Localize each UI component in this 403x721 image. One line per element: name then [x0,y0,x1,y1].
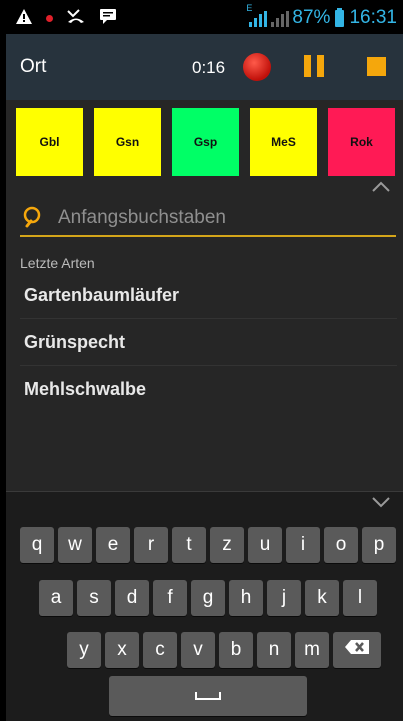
recent-species-label: Letzte Arten [20,255,95,271]
species-tile-rok[interactable]: Rok [328,108,395,176]
key-i[interactable]: i [286,527,320,563]
list-item[interactable]: Grünspecht [20,319,397,366]
key-u[interactable]: u [248,527,282,563]
species-shortcuts: Gbl Gsn Gsp MeS Rok [16,108,396,176]
key-j[interactable]: j [267,580,301,616]
key-o[interactable]: o [324,527,358,563]
space-icon [195,692,221,700]
list-item[interactable]: Gartenbaumläufer [20,272,397,319]
message-icon [99,8,117,29]
key-e[interactable]: e [96,527,130,563]
backspace-key[interactable] [333,632,381,668]
status-bar: E 87% 16:31 [6,0,403,34]
key-t[interactable]: t [172,527,206,563]
key-d[interactable]: d [115,580,149,616]
key-h[interactable]: h [229,580,263,616]
space-key[interactable] [109,676,307,716]
keyboard-row-1: q w e r t z u i o p [20,527,396,563]
key-c[interactable]: c [143,632,177,668]
key-p[interactable]: p [362,527,396,563]
battery-percent: 87% [292,7,331,28]
key-n[interactable]: n [257,632,291,668]
notification-icons [16,8,117,29]
clock: 16:31 [349,7,397,28]
species-tile-mes[interactable]: MeS [250,108,317,176]
pause-button[interactable] [304,55,324,77]
record-button[interactable] [243,53,271,81]
backspace-icon [344,639,370,661]
recording-timer: 0:16 [192,58,226,77]
species-tile-gbl[interactable]: Gbl [16,108,83,176]
action-bar: Ort 0:16 [6,34,403,100]
key-b[interactable]: b [219,632,253,668]
signal-e-icon: E [246,3,268,27]
key-s[interactable]: s [77,580,111,616]
pause-icon-bar [304,55,311,77]
warning-icon [16,8,32,29]
key-a[interactable]: a [39,580,73,616]
key-v[interactable]: v [181,632,215,668]
search-input[interactable] [58,203,388,233]
key-g[interactable]: g [191,580,225,616]
app-frame: E 87% 16:31 Ort 0:16 Gbl Gsn Gsp MeS Rok [6,0,403,721]
page-title: Ort [20,56,47,77]
signal-icon [269,9,290,27]
recording-dot-icon [46,15,53,22]
pause-icon-bar [317,55,324,77]
list-item[interactable]: Mehlschwalbe [20,366,397,412]
keyboard-row-2: a s d f g h j k l [39,580,377,616]
key-y[interactable]: y [67,632,101,668]
key-x[interactable]: x [105,632,139,668]
system-icons: E 87% 16:31 [246,3,397,29]
keyboard-row-4 [109,676,307,716]
chevron-up-icon[interactable] [372,180,390,198]
species-tile-gsp[interactable]: Gsp [172,108,239,176]
key-w[interactable]: w [58,527,92,563]
missed-call-icon [67,8,85,29]
soft-keyboard: q w e r t z u i o p a s d f g h j k l y … [6,491,403,721]
key-r[interactable]: r [134,527,168,563]
search-field[interactable] [20,203,396,237]
species-tile-gsn[interactable]: Gsn [94,108,161,176]
recent-species-list: Gartenbaumläufer Grünspecht Mehlschwalbe [20,272,397,412]
key-l[interactable]: l [343,580,377,616]
chevron-down-icon[interactable] [372,496,390,514]
search-icon [22,205,46,229]
key-f[interactable]: f [153,580,187,616]
stop-button[interactable] [367,57,386,76]
key-q[interactable]: q [20,527,54,563]
key-k[interactable]: k [305,580,339,616]
key-z[interactable]: z [210,527,244,563]
battery-icon [335,7,345,27]
key-m[interactable]: m [295,632,329,668]
keyboard-row-3: y x c v b n m [67,632,381,668]
